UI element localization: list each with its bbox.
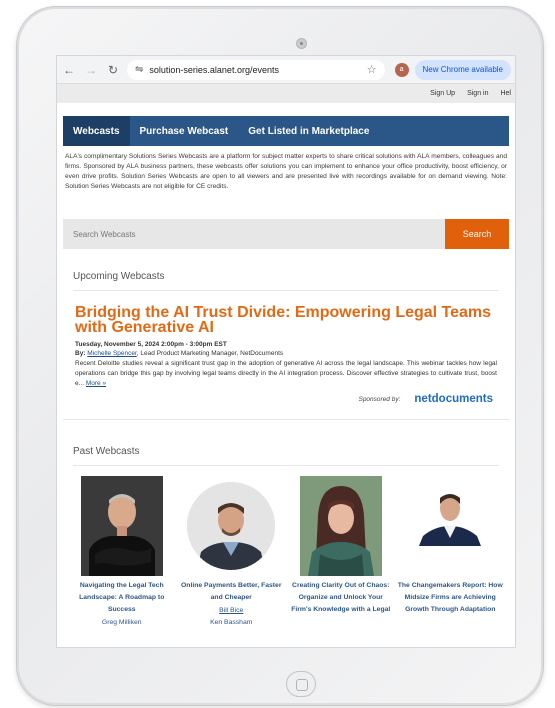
chrome-update-button[interactable]: New Chrome available [414,59,511,80]
speaker-link[interactable]: Michelle Spencer [87,350,137,357]
intro-text: ALA's complimentary Solutions Series Web… [65,153,507,190]
utility-bar: Sign Up Sign in Hel [57,84,515,103]
profile-avatar[interactable]: a [394,62,409,77]
past-card[interactable]: Creating Clarity Out of Chaos: Organize … [286,476,396,628]
sign-in-link[interactable]: Sign in [467,90,488,97]
address-bar[interactable]: ⇋ solution-series.alanet.org/events ☆ [127,59,385,80]
help-link[interactable]: Hel [500,90,511,97]
webcast-date: Tuesday, November 5, 2024 2:00pm - 3:00p… [75,341,227,348]
search-bar: Search [63,219,509,249]
past-card-title[interactable]: Creating Clarity Out of Chaos: Organize … [288,580,394,616]
past-card-speaker[interactable]: Bill Bice [219,606,243,616]
screen: ← → ↻ ⇋ solution-series.alanet.org/event… [56,55,516,648]
sign-up-link[interactable]: Sign Up [430,90,455,97]
past-card-speaker[interactable]: Greg Milliken [102,618,142,628]
tab-webcasts[interactable]: Webcasts [63,116,130,146]
upcoming-webcast: Bridging the AI Trust Divide: Empowering… [75,305,497,406]
webcast-speaker: By: Michelle Spencer, Lead Product Marke… [75,350,497,357]
speaker-photo[interactable] [299,476,382,576]
browser-toolbar: ← → ↻ ⇋ solution-series.alanet.org/event… [57,56,515,84]
tab-get-listed[interactable]: Get Listed in Marketplace [238,116,379,146]
past-card[interactable]: The Changemakers Report: How Midsize Fir… [396,476,506,628]
back-icon[interactable]: ← [61,62,77,78]
more-link[interactable]: More » [86,380,106,387]
bookmark-star-icon[interactable]: ☆ [367,63,377,76]
past-card[interactable]: Navigating the Legal Tech Landscape: A R… [67,476,177,628]
divider [63,419,509,420]
site-navigation: Webcasts Purchase Webcast Get Listed in … [63,116,509,146]
reload-icon[interactable]: ↻ [105,62,121,78]
speaker-photo[interactable] [187,482,276,570]
tab-purchase-webcast[interactable]: Purchase Webcast [130,116,239,146]
search-button[interactable]: Search [445,219,509,249]
url-text[interactable]: solution-series.alanet.org/events [149,65,366,75]
camera-icon [296,38,307,49]
webcast-title[interactable]: Bridging the AI Trust Divide: Empowering… [75,305,497,336]
webcast-description: Recent Deloitte studies reveal a signifi… [75,359,497,389]
upcoming-heading: Upcoming Webcasts [73,271,499,291]
sponsored-by-label: Sponsored by: [358,395,401,403]
description-text: Recent Deloitte studies reveal a signifi… [75,360,497,387]
home-button[interactable] [286,671,316,697]
sponsor-logo[interactable]: netdocuments [414,393,493,405]
past-card-title[interactable]: Online Payments Better, Faster and Cheap… [179,580,285,604]
speaker-role: , Lead Product Marketing Manager, NetDoc… [136,350,284,357]
forward-icon[interactable]: → [83,62,99,78]
past-card-title[interactable]: Navigating the Legal Tech Landscape: A R… [69,580,175,616]
search-input[interactable] [63,219,445,249]
past-card-speaker-2[interactable]: Ken Bassham [210,618,252,628]
speaker-photo[interactable] [80,476,163,576]
speaker-photo[interactable] [409,476,492,576]
past-heading: Past Webcasts [73,446,499,466]
past-webcasts-grid: Navigating the Legal Tech Landscape: A R… [67,476,505,628]
by-label: By: [75,350,86,357]
past-card[interactable]: Online Payments Better, Faster and Cheap… [177,476,287,628]
sponsor-row: Sponsored by: netdocuments [75,393,493,405]
past-card-title[interactable]: The Changemakers Report: How Midsize Fir… [398,580,504,616]
site-info-icon[interactable]: ⇋ [135,64,143,75]
